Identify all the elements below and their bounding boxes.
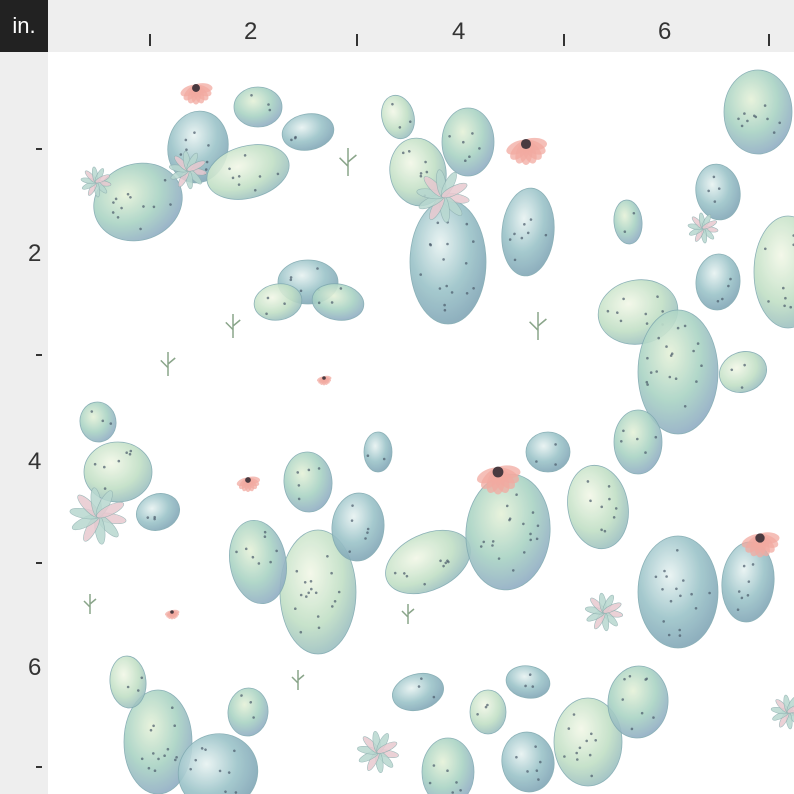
cactus-pad [695, 253, 741, 311]
cactus-pad [469, 689, 507, 735]
cactus-pad [719, 351, 767, 393]
cactus-pad [233, 86, 283, 128]
cactus-pad [392, 672, 444, 712]
cactus-pad [637, 535, 719, 649]
cactus-pad [567, 464, 629, 550]
cactus-pad [525, 431, 571, 473]
top-ruler-label-6: 6 [658, 18, 672, 45]
top-ruler-label-4: 4 [452, 18, 466, 45]
sprig-icon [160, 352, 176, 376]
top-ruler-label-2: 2 [244, 18, 258, 45]
left-ruler: 2 4 6 [0, 52, 48, 794]
sprig-icon [225, 314, 241, 338]
succulent-rosette-icon [770, 694, 794, 730]
left-ruler-label-4: 4 [28, 448, 42, 475]
cactus-pad [281, 113, 335, 151]
cactus-pattern [69, 69, 794, 794]
cactus-pad [283, 451, 333, 513]
left-ruler-label-2: 2 [28, 240, 42, 267]
ruler-tick [36, 766, 42, 768]
cactus-pad [79, 401, 117, 443]
ruler-tick [563, 34, 565, 46]
cactus-pad [613, 199, 643, 245]
succulent-rosette-icon [357, 730, 399, 774]
ruler-tick [36, 148, 42, 150]
sprig-icon [529, 312, 547, 340]
cactus-flower-icon [316, 375, 332, 386]
cactus-pad [613, 409, 663, 475]
left-ruler-label-6: 6 [28, 654, 42, 681]
succulent-rosette-icon [80, 166, 112, 198]
cactus-pad [421, 737, 475, 794]
cactus-pad [753, 215, 794, 329]
sprig-icon [291, 670, 305, 690]
cactus-pad [227, 687, 269, 737]
cactus-pad [695, 163, 741, 221]
cactus-pad [441, 107, 495, 177]
cactus-pad [501, 731, 555, 793]
sprig-icon [339, 148, 357, 176]
cactus-flower-icon [506, 137, 547, 165]
ruler-tick [36, 354, 42, 356]
top-ruler: 2 4 6 [48, 0, 794, 52]
sprig-icon [401, 604, 415, 624]
ruler-tick [356, 34, 358, 46]
cactus-flower-icon [164, 609, 180, 620]
cactus-flower-icon [180, 83, 213, 105]
cactus-pad [723, 69, 793, 155]
cactus-flower-icon [236, 476, 260, 492]
unit-label: in. [0, 0, 48, 52]
cactus-pad [363, 431, 393, 473]
sprig-icon [83, 594, 97, 614]
cactus-pad [501, 187, 555, 277]
cactus-pad [505, 665, 551, 699]
cactus-fabric-swatch [48, 52, 794, 794]
ruler-tick [149, 34, 151, 46]
ruler-tick [36, 562, 42, 564]
cactus-pad [381, 94, 415, 140]
ruler-tick [768, 34, 770, 46]
succulent-rosette-icon [584, 592, 624, 632]
cactus-pad [385, 529, 471, 595]
